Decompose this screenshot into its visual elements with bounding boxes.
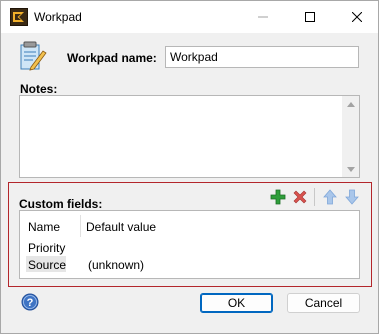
column-header-name[interactable]: Name: [28, 220, 60, 234]
delete-field-button[interactable]: [291, 188, 309, 206]
arrow-up-icon: [323, 189, 337, 205]
close-icon: [352, 12, 362, 22]
toolbar-separator: [314, 188, 315, 206]
custom-fields-table[interactable]: Name Default value Priority Source (unkn…: [19, 210, 360, 279]
delete-icon: [293, 190, 307, 204]
scroll-up-icon: [346, 101, 355, 107]
workpad-app-icon: [10, 8, 28, 26]
scroll-down-icon: [346, 166, 355, 172]
title-bar: Workpad: [1, 1, 378, 33]
scroll-down-button[interactable]: [342, 161, 359, 177]
table-row-source-default[interactable]: (unknown): [88, 258, 144, 272]
notes-label: Notes:: [20, 82, 58, 96]
scroll-up-button[interactable]: [342, 96, 359, 112]
column-divider[interactable]: [80, 215, 81, 237]
move-down-button[interactable]: [343, 188, 361, 206]
ok-button[interactable]: OK: [200, 293, 273, 313]
maximize-button[interactable]: [290, 1, 330, 33]
maximize-icon: [305, 12, 315, 22]
svg-text:?: ?: [27, 297, 34, 309]
table-row-source-name[interactable]: Source: [28, 258, 66, 272]
notepad-pencil-icon: [20, 41, 47, 71]
workpad-name-label: Workpad name:: [67, 51, 157, 65]
notes-textarea[interactable]: [19, 95, 360, 178]
notes-scrollbar[interactable]: [342, 96, 359, 177]
add-icon: [270, 189, 286, 205]
minimize-button[interactable]: [243, 1, 283, 33]
close-button[interactable]: [337, 1, 377, 33]
minimize-icon: [258, 16, 268, 18]
column-header-default-value[interactable]: Default value: [86, 220, 156, 234]
arrow-down-icon: [345, 189, 359, 205]
workpad-dialog: Workpad Workpad name: Notes:: [0, 0, 379, 334]
move-up-button[interactable]: [321, 188, 339, 206]
table-row-priority-name[interactable]: Priority: [28, 241, 65, 255]
workpad-name-input[interactable]: [165, 46, 359, 68]
window-title: Workpad: [34, 10, 82, 24]
cancel-button[interactable]: Cancel: [287, 293, 360, 313]
help-icon[interactable]: ?: [21, 293, 39, 311]
add-field-button[interactable]: [269, 188, 287, 206]
custom-fields-label: Custom fields:: [19, 197, 103, 211]
